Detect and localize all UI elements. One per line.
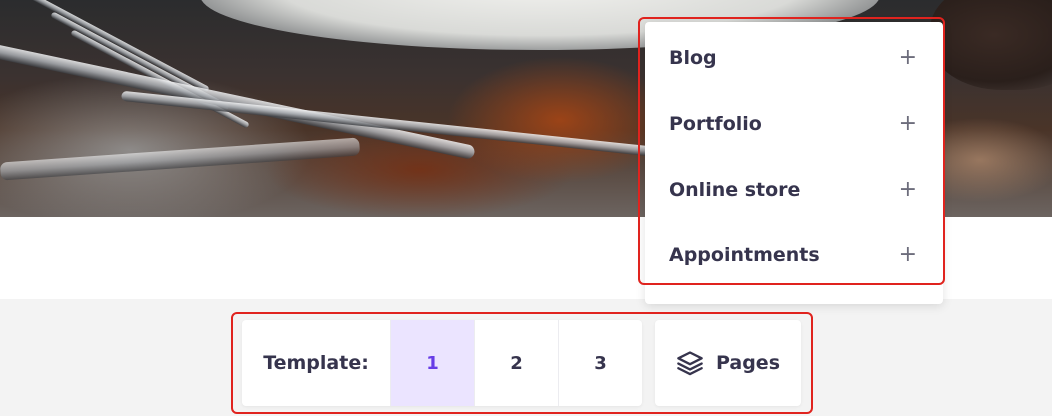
template-option-1[interactable]: 1 bbox=[390, 320, 474, 406]
template-label: Template: bbox=[263, 352, 369, 374]
hand-shape bbox=[930, 0, 1052, 90]
menu-item-portfolio[interactable]: Portfolio + bbox=[645, 94, 943, 154]
menu-item-label: Portfolio bbox=[669, 113, 762, 135]
menu-item-label: Online store bbox=[669, 179, 801, 201]
plus-icon[interactable]: + bbox=[899, 47, 917, 69]
plus-icon[interactable]: + bbox=[899, 179, 917, 201]
template-option-3[interactable]: 3 bbox=[558, 320, 642, 406]
pages-button[interactable]: Pages bbox=[655, 320, 801, 406]
layers-icon bbox=[676, 349, 704, 377]
fork-shape bbox=[0, 38, 476, 160]
menu-item-blog[interactable]: Blog + bbox=[645, 28, 943, 88]
menu-item-online-store[interactable]: Online store + bbox=[645, 160, 943, 220]
plus-icon[interactable]: + bbox=[899, 113, 917, 135]
menu-item-label: Appointments bbox=[669, 244, 820, 266]
glass-reflection bbox=[0, 137, 361, 181]
add-section-menu: Blog + Portfolio + Online store + Appoin… bbox=[645, 22, 943, 304]
template-switcher: Template: 1 2 3 Pages bbox=[242, 320, 801, 406]
template-group: Template: 1 2 3 bbox=[242, 320, 642, 406]
menu-item-appointments[interactable]: Appointments + bbox=[645, 225, 943, 285]
template-option-2[interactable]: 2 bbox=[474, 320, 558, 406]
pages-button-label: Pages bbox=[715, 352, 781, 374]
menu-item-label: Blog bbox=[669, 47, 717, 69]
plus-icon[interactable]: + bbox=[899, 244, 917, 266]
